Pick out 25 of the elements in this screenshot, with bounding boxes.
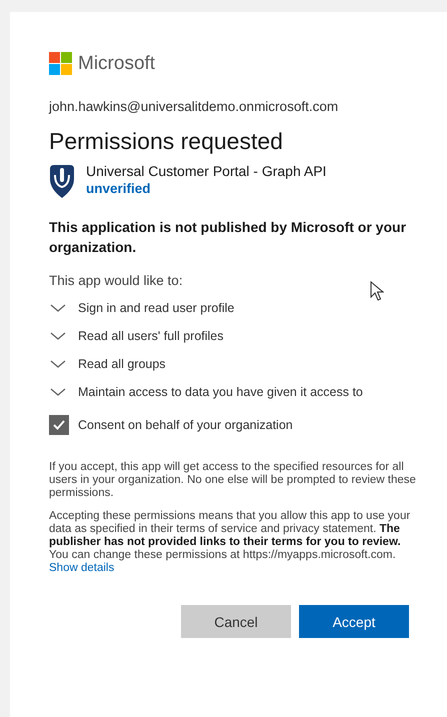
account-email: john.hawkins@universalitdemo.onmicrosoft.com [49,99,340,114]
permission-label[interactable]: Maintain access to data you have given it access to [78,385,363,399]
accept-button[interactable]: Accept [299,605,409,638]
chevron-icon[interactable] [49,387,67,397]
terms-paragraph: Accepting these permissions means that you allow this app to use your data as specified in their terms of service and privacy statement. The publisher has not provided links to their terms for you to review. You can change these permissions at https://myapps.microsoft.com. Show details [49,510,412,575]
cancel-button[interactable]: Cancel [181,605,291,638]
show-details-link[interactable]: Show details [49,562,114,574]
page-title: Permissions requested [49,128,284,155]
consent-label: Consent on behalf of your organization [78,418,293,432]
info-paragraph: If you accept, this app will get access to the specified resources for all users in your organization. No one else will be prompted to review these permissions. [49,461,417,500]
consent-checkbox[interactable] [49,415,69,435]
permission-label[interactable]: Read all users' full profiles [78,329,224,343]
chevron-icon[interactable] [49,303,67,313]
intro-text: This app would like to: [49,273,184,288]
cursor-icon [370,281,384,301]
unverified-link[interactable]: unverified [86,181,326,196]
permission-label[interactable]: Read all groups [78,357,166,371]
brand-name: Microsoft [78,52,156,74]
app-name: Universal Customer Portal - Graph API [86,163,326,179]
warning-text: This application is not published by Microsoft or your organization. [49,218,408,257]
permission-label[interactable]: Sign in and read user profile [78,301,234,315]
chevron-icon[interactable] [49,359,67,369]
app-logo-icon [49,163,75,199]
chevron-icon[interactable] [49,331,67,341]
logo-icon [49,52,72,75]
